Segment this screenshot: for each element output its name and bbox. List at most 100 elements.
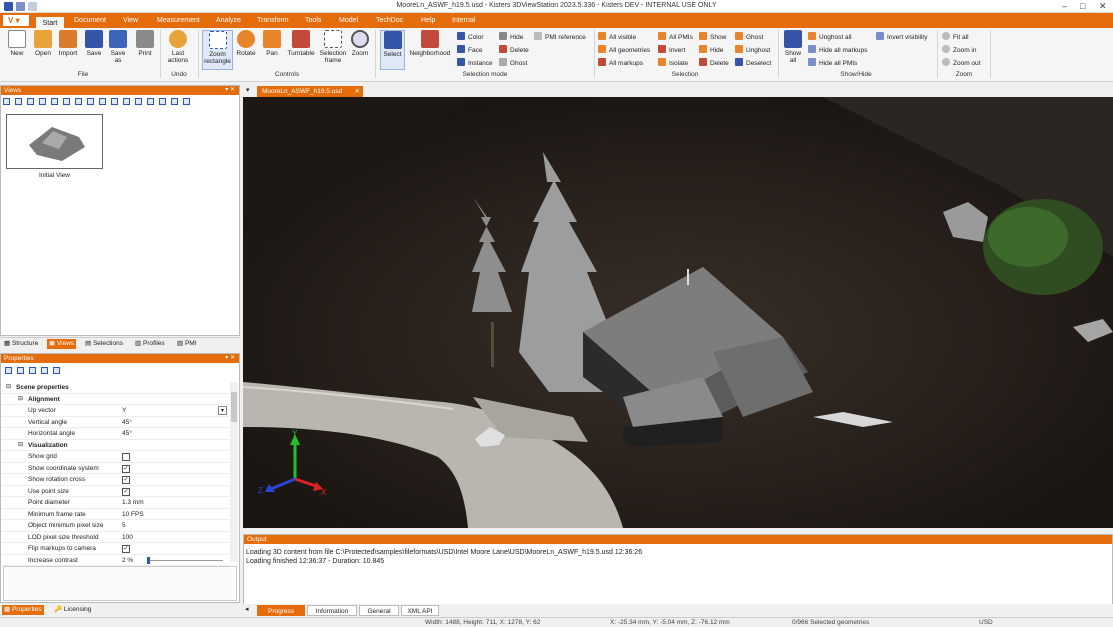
view-tool-icon[interactable]	[63, 98, 70, 105]
hide-all-pmis-button[interactable]: Hide all PMIs	[808, 58, 857, 67]
close-tab-icon[interactable]: ✕	[355, 86, 360, 97]
expand-icon[interactable]	[5, 367, 12, 374]
property-value[interactable]: 2 %	[122, 555, 133, 567]
property-checkbox[interactable]: ✓	[122, 487, 130, 496]
hide-mode-button[interactable]: Hide	[499, 32, 523, 41]
property-value[interactable]: Y	[122, 405, 126, 417]
pin-icon[interactable]: ▾ ✕	[225, 86, 235, 95]
tab-views[interactable]: ▣ Views	[47, 339, 77, 349]
collapse-icon[interactable]: ⊟	[18, 394, 23, 406]
view-tool-icon[interactable]	[51, 98, 58, 105]
menu-tools[interactable]: Tools	[305, 17, 321, 24]
maximize-icon[interactable]: □	[1080, 1, 1085, 11]
sort-icon[interactable]	[29, 367, 36, 374]
view-tool-icon[interactable]	[123, 98, 130, 105]
instance-button[interactable]: Instance	[457, 58, 493, 67]
menu-analyze[interactable]: Analyze	[216, 17, 241, 24]
delete-button[interactable]: Delete	[699, 58, 729, 67]
property-row[interactable]: Vertical angle 45°	[1, 417, 229, 429]
neighborhood-button[interactable]: Neighborhood	[406, 30, 454, 57]
property-value[interactable]: 10 FPS	[122, 509, 144, 521]
isolate-button[interactable]: Isolate	[658, 58, 688, 67]
property-row[interactable]: Show rotation cross ✓	[1, 474, 229, 486]
menu-techdoc[interactable]: TechDoc	[376, 17, 403, 24]
property-value[interactable]: 5	[122, 520, 126, 532]
tab-pmi[interactable]: ▧ PMI	[175, 339, 199, 349]
selection-frame-button[interactable]: Selection frame	[319, 30, 347, 64]
filter-icon[interactable]	[41, 367, 48, 374]
menu-internal[interactable]: Internal	[452, 17, 475, 24]
hide-button[interactable]: Hide	[699, 45, 723, 54]
property-checkbox[interactable]: ✓	[122, 476, 130, 484]
select-button[interactable]: Select	[380, 30, 405, 70]
turntable-button[interactable]: Turntable	[285, 30, 317, 57]
zoom-in-button[interactable]: Zoom in	[942, 45, 976, 54]
pan-button[interactable]: Pan	[262, 30, 282, 57]
view-tool-icon[interactable]	[75, 98, 82, 105]
invert-button[interactable]: Invert	[658, 45, 685, 54]
view-tool-icon[interactable]	[135, 98, 142, 105]
dropdown-arrow-icon[interactable]: ▾	[218, 406, 227, 415]
collapse-icon[interactable]	[17, 367, 24, 374]
zoom-button[interactable]: Zoom	[349, 30, 371, 57]
property-row[interactable]: Point diameter 1.3 mm	[1, 497, 229, 509]
property-value[interactable]: 45°	[122, 428, 132, 440]
tab-licensing[interactable]: 🔑 Licensing	[52, 605, 93, 615]
view-tool-icon[interactable]	[111, 98, 118, 105]
contrast-slider[interactable]	[147, 556, 223, 564]
property-row[interactable]: Show grid	[1, 451, 229, 463]
zoom-out-button[interactable]: Zoom out	[942, 58, 980, 67]
collapse-icon[interactable]: ⊟	[6, 382, 11, 394]
tab-menu-icon[interactable]: ▾	[246, 86, 250, 94]
document-tab[interactable]: MooreLn_ASWF_h19.5.usd ✕	[257, 86, 363, 97]
pages-icon[interactable]	[53, 367, 60, 374]
property-checkbox[interactable]: ✓	[122, 545, 130, 553]
ghost-mode-button[interactable]: Ghost	[499, 58, 527, 67]
ghost-button[interactable]: Ghost	[735, 32, 763, 41]
collapse-icon[interactable]: ⊟	[18, 440, 23, 452]
show-all-button[interactable]: Show all	[782, 30, 804, 64]
open-button[interactable]: Open	[32, 30, 54, 57]
view-tool-icon[interactable]	[87, 98, 94, 105]
tab-profiles[interactable]: ▥ Profiles	[133, 339, 167, 349]
property-value[interactable]: 45°	[122, 417, 132, 429]
view-tool-icon[interactable]	[147, 98, 154, 105]
property-value[interactable]: 1.3 mm	[122, 497, 144, 509]
all-visible-button[interactable]: All visible	[598, 32, 636, 41]
tab-general[interactable]: General	[359, 605, 399, 616]
3d-viewport[interactable]: Y X Z	[243, 97, 1113, 528]
property-row[interactable]: LOD pixel size threshold 100	[1, 532, 229, 544]
view-tool-icon[interactable]	[171, 98, 178, 105]
properties-scrollbar[interactable]	[230, 382, 238, 562]
tab-progress[interactable]: Progress	[257, 605, 305, 616]
menu-transform[interactable]: Transform	[257, 17, 289, 24]
show-button[interactable]: Show	[699, 32, 726, 41]
tab-selections[interactable]: ▤ Selections	[83, 339, 125, 349]
slider-thumb[interactable]	[147, 556, 150, 564]
property-row[interactable]: Minimum frame rate 10 FPS	[1, 509, 229, 521]
print-button[interactable]: Print	[134, 30, 156, 57]
last-actions-button[interactable]: Last actions	[163, 30, 193, 64]
view-tool-icon[interactable]	[39, 98, 46, 105]
menu-view[interactable]: View	[123, 17, 138, 24]
unghost-button[interactable]: Unghost	[735, 45, 770, 54]
tab-information[interactable]: Information	[307, 605, 357, 616]
view-thumbnail[interactable]	[6, 114, 103, 169]
unghost-all-button[interactable]: Unghost all	[808, 32, 852, 41]
minimize-icon[interactable]: –	[1062, 1, 1067, 11]
menu-measurement[interactable]: Measurement	[157, 17, 200, 24]
tab-structure[interactable]: ▦ Structure	[2, 339, 40, 349]
delete-mode-button[interactable]: Delete	[499, 45, 529, 54]
rotate-button[interactable]: Rotate	[235, 30, 257, 57]
property-row[interactable]: Increase contrast 2 %	[1, 555, 229, 567]
scrollbar-thumb[interactable]	[231, 392, 237, 422]
view-tool-icon[interactable]	[183, 98, 190, 105]
menu-model[interactable]: Model	[339, 17, 358, 24]
tab-properties[interactable]: ▦ Properties	[2, 605, 44, 615]
property-value[interactable]: 100	[122, 532, 133, 544]
menu-document[interactable]: Document	[74, 17, 106, 24]
zoom-rectangle-button[interactable]: Zoom rectangle	[202, 30, 233, 70]
hide-all-markups-button[interactable]: Hide all markups	[808, 45, 867, 54]
property-row[interactable]: Horizontal angle 45°	[1, 428, 229, 440]
app-menu-button[interactable]: V ▾	[3, 15, 29, 26]
